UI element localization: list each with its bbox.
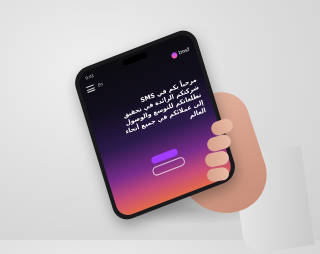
brand-mark-icon — [170, 51, 178, 60]
hamburger-menu-icon[interactable] — [86, 84, 96, 93]
hero-headline: مرحباً بكم في SMS شركتكم الرائدة في تحقي… — [96, 76, 207, 152]
photo-scene: 9:41 En tmsf مرحباً بكم في SMS شركتكم ال… — [0, 0, 315, 254]
fingers — [203, 116, 245, 200]
finger — [206, 166, 230, 183]
finger — [203, 149, 231, 169]
brand-name: tmsf — [178, 46, 191, 57]
finger — [205, 132, 233, 154]
status-time: 9:41 — [84, 72, 95, 81]
language-toggle[interactable]: En — [97, 81, 103, 88]
